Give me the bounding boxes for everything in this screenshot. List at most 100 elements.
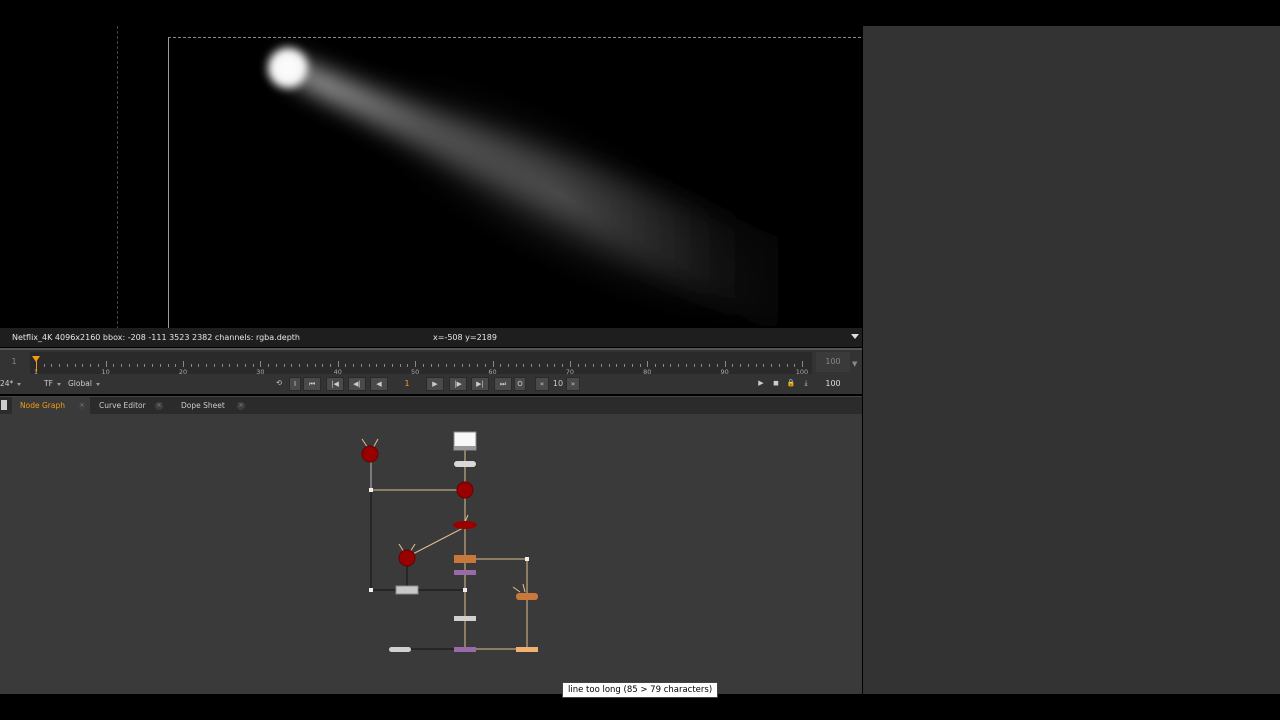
timeline-tick xyxy=(585,364,587,367)
export-icon[interactable]: ⤓ xyxy=(800,377,812,391)
frame-increment-field[interactable]: 10 xyxy=(550,377,566,391)
timeline-tick xyxy=(299,364,301,367)
format-frame-box xyxy=(168,37,861,329)
info-bar-menu-arrow[interactable] xyxy=(851,334,859,339)
merge-node-2 xyxy=(454,647,476,652)
timeline-tick xyxy=(778,364,780,367)
capture-icon[interactable]: ◼ xyxy=(770,377,782,391)
timeline-tick xyxy=(82,364,84,367)
node-connections xyxy=(370,450,528,650)
timeline-tick xyxy=(446,364,448,367)
fps-dropdown[interactable]: 24* xyxy=(0,377,22,390)
flipbook-icon[interactable]: ▶ xyxy=(755,377,767,391)
timeline-tick xyxy=(306,364,308,367)
previous-frame-button[interactable]: ◀| xyxy=(348,377,366,391)
timeline-tick xyxy=(105,361,107,367)
range-value: Global xyxy=(68,379,92,388)
timeline-tick xyxy=(639,364,641,367)
timeline-tick xyxy=(724,361,726,367)
grade-node xyxy=(454,616,476,621)
close-icon[interactable]: ✕ xyxy=(237,402,245,410)
timeline-tick xyxy=(121,364,123,367)
timeline-tick xyxy=(314,364,316,367)
next-frame-button[interactable]: |▶ xyxy=(449,377,467,391)
timeline-tick xyxy=(368,364,370,367)
timeline-start-frame[interactable]: 1 xyxy=(0,352,28,372)
play-forward-button[interactable]: ▶ xyxy=(426,377,444,391)
previous-keyframe-button[interactable]: |◀ xyxy=(326,377,344,391)
tab-node-graph[interactable]: Node Graph ✕ xyxy=(12,397,90,415)
format-info: Netflix_4K 4096x2160 bbox: -208 -111 352… xyxy=(12,333,300,342)
timeline-tick xyxy=(693,364,695,367)
timeline-tick xyxy=(206,364,208,367)
timeline-tick xyxy=(562,364,564,367)
timeline-tick xyxy=(198,364,200,367)
timeline-tick xyxy=(399,364,401,367)
timeline-tick xyxy=(569,361,571,367)
set-in-point-button[interactable]: I xyxy=(289,377,301,391)
timeline-tick xyxy=(283,364,285,367)
viewer[interactable] xyxy=(0,26,862,329)
tf-dropdown[interactable]: TF xyxy=(44,377,61,390)
properties-panel[interactable] xyxy=(863,26,1280,694)
timeline-tick xyxy=(384,364,386,367)
timeline-tick xyxy=(360,364,362,367)
close-icon[interactable]: ✕ xyxy=(155,402,163,410)
timeline-tick xyxy=(407,364,409,367)
timeline-tick xyxy=(577,364,579,367)
out-frame-field[interactable]: 100 xyxy=(818,377,848,391)
tab-curve-editor[interactable]: Curve Editor ✕ xyxy=(91,397,167,415)
timeline-tick xyxy=(515,364,517,367)
playhead-line xyxy=(36,361,37,372)
timeline-tick xyxy=(90,364,92,367)
next-keyframe-button[interactable]: ▶| xyxy=(471,377,489,391)
range-dropdown[interactable]: Global xyxy=(68,377,100,390)
step-back-increment-button[interactable]: « xyxy=(535,377,549,391)
timeline-tick xyxy=(391,364,393,367)
timeline-tick xyxy=(74,364,76,367)
node-graph-canvas[interactable] xyxy=(0,414,862,694)
timeline-tick xyxy=(802,361,803,367)
last-frame-button[interactable]: ⏭ xyxy=(494,377,512,391)
timeline-tick xyxy=(755,364,757,367)
timeline-tick xyxy=(538,364,540,367)
timeline-ruler[interactable]: 1 10 20 30 40 50 60 70 80 90 100 xyxy=(30,352,812,376)
timeline-tick xyxy=(763,364,765,367)
timeline-tick xyxy=(260,361,262,367)
write-node xyxy=(516,647,538,652)
render-node xyxy=(454,555,476,563)
timeline-tick xyxy=(144,364,146,367)
pipe-dots xyxy=(369,488,529,592)
timeline-tick xyxy=(670,364,672,367)
timeline-tick xyxy=(167,364,169,367)
node-graph-panel[interactable] xyxy=(0,414,862,694)
timeline-tick xyxy=(221,364,223,367)
tab-dope-sheet-label: Dope Sheet xyxy=(181,401,225,410)
current-frame-field[interactable]: 1 xyxy=(394,377,420,391)
loop-mode-icon[interactable]: ⟲ xyxy=(270,377,288,391)
play-backward-button[interactable]: ◀ xyxy=(370,377,388,391)
timeline-tick xyxy=(608,364,610,367)
viewer-info-bar: Netflix_4K 4096x2160 bbox: -208 -111 352… xyxy=(0,328,862,347)
timeline-tick xyxy=(678,364,680,367)
timeline-end-frame[interactable]: 100 xyxy=(816,352,850,372)
step-forward-increment-button[interactable]: » xyxy=(566,377,580,391)
timeline-tick xyxy=(175,364,177,367)
timeline-tick xyxy=(531,364,533,367)
panel-menu-icon[interactable] xyxy=(1,400,7,410)
tab-dope-sheet[interactable]: Dope Sheet ✕ xyxy=(173,397,249,415)
timeline-tick xyxy=(213,364,215,367)
timeline-tick xyxy=(794,364,796,367)
close-icon[interactable]: ✕ xyxy=(78,402,86,410)
timeline-expand-icon[interactable]: ▼ xyxy=(852,360,857,368)
timeline-tick xyxy=(152,364,154,367)
timeline-tick xyxy=(438,364,440,367)
set-out-point-button[interactable]: O xyxy=(514,377,526,391)
lint-tooltip: line too long (85 > 79 characters) xyxy=(562,682,719,698)
timeline-tick xyxy=(337,361,339,367)
first-frame-button[interactable]: ⏮ xyxy=(303,377,321,391)
dot-node-2 xyxy=(389,647,411,652)
timeline-tick xyxy=(662,364,664,367)
light-node-2 xyxy=(456,481,474,499)
lock-icon[interactable]: 🔒 xyxy=(785,377,797,391)
